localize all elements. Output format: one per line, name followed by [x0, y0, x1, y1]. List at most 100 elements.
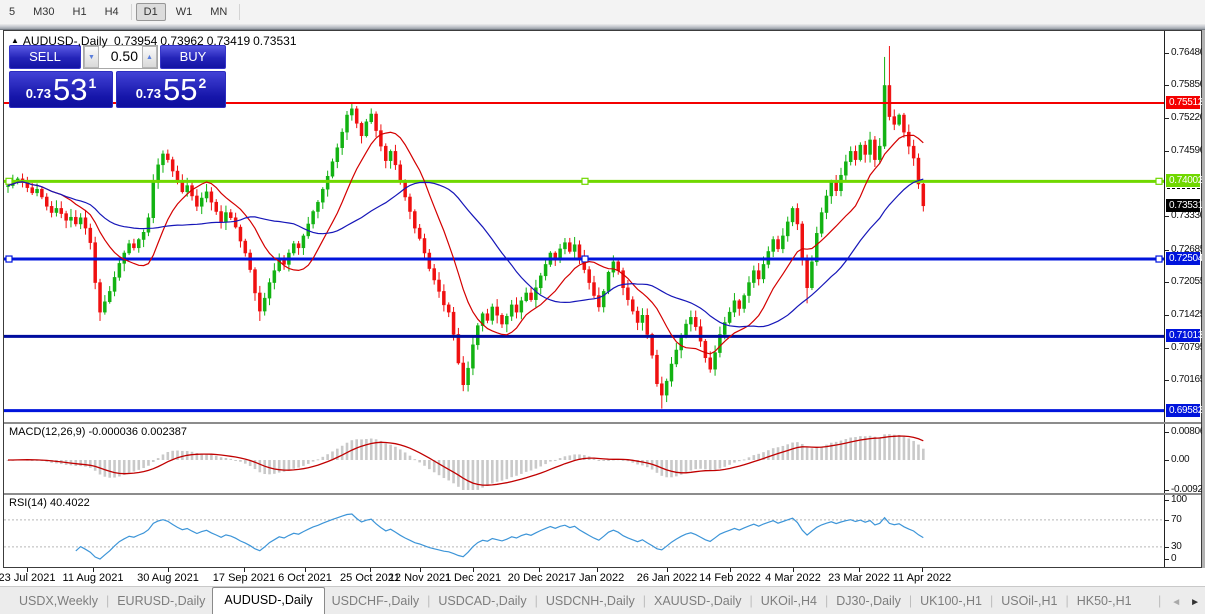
- chart-tab-audusd-daily[interactable]: AUDUSD-,Daily: [212, 587, 325, 614]
- tab-scroll-arrows: | ◄ ►: [1158, 594, 1200, 608]
- buy-price-sup: 2: [198, 75, 207, 91]
- ohlc-open: 0.73954: [113, 34, 158, 48]
- chart-tab-ukoil-h4[interactable]: UKOil-,H4: [754, 589, 824, 614]
- macd-axis: 0.0080610.00-0.00928: [1164, 424, 1205, 495]
- line-handle[interactable]: [5, 255, 13, 263]
- date-label: 14 Feb 2022: [699, 572, 761, 584]
- price-tick-0.73330: 0.73330: [1165, 210, 1205, 222]
- timeframe-button-h1[interactable]: H1: [65, 3, 95, 21]
- price-badge-0.74002: 0.74002: [1166, 174, 1203, 188]
- buy-price-big: 55: [163, 72, 198, 107]
- sell-price-big: 53: [53, 72, 88, 107]
- price-axis[interactable]: 0.76480 0.75850 0.75220 0.74590 0.73330 0.726…: [1164, 31, 1205, 422]
- volume-stepper: ▼ 0.50 ▲: [83, 45, 158, 69]
- rsi-chart[interactable]: [4, 495, 1164, 567]
- sell-price-prefix: 0.73: [25, 86, 52, 101]
- chart-tab-eurusd-daily[interactable]: EURUSD-,Daily: [110, 589, 212, 614]
- date-label: 1 Dec 2021: [444, 572, 502, 584]
- price-tick-0.75850: 0.75850: [1165, 79, 1205, 91]
- date-axis[interactable]: 23 Jul 2021 11 Aug 2021 30 Aug 2021 17 Sep …: [0, 568, 1205, 586]
- date-label: 4 Mar 2022: [765, 572, 821, 584]
- price-tick-0.70165: 0.70165: [1165, 374, 1205, 386]
- symbol-period: AUDUSD-,Daily: [22, 34, 108, 48]
- volume-decrease-button[interactable]: ▼: [84, 46, 99, 68]
- price-badge-0.72504: 0.72504: [1166, 252, 1203, 266]
- chart-tab-uk100-h1[interactable]: UK100-,H1: [913, 589, 989, 614]
- chart-tab-dj30-daily[interactable]: DJ30-,Daily: [829, 589, 908, 614]
- ma-12-line: [7, 131, 924, 355]
- price-tick-0.75220: 0.75220: [1165, 112, 1205, 124]
- line-handle[interactable]: [581, 177, 589, 185]
- buy-price-button[interactable]: 0.73 55 2: [116, 71, 226, 108]
- line-handle[interactable]: [1155, 255, 1163, 263]
- sell-price-sup: 1: [88, 75, 97, 91]
- ohlc-high: 0.73962: [160, 34, 204, 48]
- buy-button[interactable]: BUY: [160, 45, 226, 69]
- date-label: 26 Jan 2022: [636, 572, 698, 584]
- line-handle[interactable]: [1155, 177, 1163, 185]
- chart-tab-usoil-h1[interactable]: USOil-,H1: [994, 589, 1064, 614]
- rsi-axis: 100 70 30 0: [1164, 494, 1201, 567]
- price-tick-0.70795: 0.70795: [1165, 342, 1205, 354]
- chart-window: ▲ AUDUSD-,Daily 0.73954 0.73962 0.73419 0.73…: [3, 30, 1205, 568]
- rsi-label: RSI(14) 40.4022: [9, 497, 90, 509]
- ask-line-dashes: [1167, 188, 1200, 190]
- timeframe-button-h4[interactable]: H4: [97, 3, 127, 21]
- date-label: 20 Dec 2021: [507, 572, 571, 584]
- date-label: 11 Aug 2021: [62, 572, 124, 584]
- chart-tab-hk50-h1[interactable]: HK50-,H1: [1070, 589, 1139, 614]
- price-badge-0.71013: 0.71013: [1166, 329, 1203, 343]
- rsi-tick-70: 70: [1165, 514, 1201, 526]
- chart-tab-xauusd-daily[interactable]: XAUUSD-,Daily: [647, 589, 749, 614]
- date-label: 23 Jul 2021: [0, 572, 56, 584]
- date-label: 11 Apr 2022: [892, 572, 952, 584]
- timeframe-button-m30[interactable]: M30: [25, 3, 62, 21]
- chart-tab-usdcnh-daily[interactable]: USDCNH-,Daily: [539, 589, 642, 614]
- one-click-trade-panel: SELL ▼ 0.50 ▲ BUY 0.73 53 1 0.73 55 2: [9, 45, 226, 108]
- line-handle[interactable]: [581, 255, 589, 263]
- chart-title: ▲ AUDUSD-,Daily 0.73954 0.73962 0.73419 0.73…: [11, 34, 300, 48]
- buy-price-prefix: 0.73: [135, 86, 162, 101]
- date-label: 17 Sep 2021: [212, 572, 276, 584]
- volume-increase-button[interactable]: ▲: [142, 46, 157, 68]
- volume-value[interactable]: 0.50: [99, 46, 142, 68]
- price-badge-0.73531: 0.73531: [1166, 198, 1203, 212]
- chart-tab-usdcad-daily[interactable]: USDCAD-,Daily: [431, 589, 533, 614]
- timeframe-button-d1[interactable]: D1: [135, 3, 166, 21]
- macd-tick-0.00: 0.00: [1165, 454, 1201, 466]
- timeframe-button-5[interactable]: 5: [1, 3, 23, 21]
- sell-button[interactable]: SELL: [9, 45, 81, 69]
- rsi-line: [75, 513, 924, 560]
- date-label: 6 Oct 2021: [278, 572, 332, 584]
- macd-tick-0.008061: 0.008061: [1165, 426, 1205, 438]
- rsi-panel: RSI(14) 40.4022 100 70 30 0: [4, 493, 1201, 567]
- ohlc-low: 0.73419: [206, 34, 251, 48]
- price-badge-0.69582: 0.69582: [1166, 403, 1203, 417]
- tab-scroll-right-icon[interactable]: ►: [1190, 597, 1200, 608]
- macd-histogram: [6, 434, 925, 490]
- price-tick-0.76480: 0.76480: [1165, 47, 1205, 59]
- date-label: 7 Jan 2022: [569, 572, 625, 584]
- ma-30-line: [7, 178, 924, 328]
- price-tick-0.74590: 0.74590: [1165, 145, 1205, 157]
- horizontal-lines-group[interactable]: [4, 101, 1164, 413]
- sell-price-button[interactable]: 0.73 53 1: [9, 71, 113, 108]
- price-tick-0.72055: 0.72055: [1165, 276, 1205, 288]
- date-label: 30 Aug 2021: [137, 572, 199, 584]
- collapse-icon[interactable]: ▲: [11, 36, 19, 45]
- timeframe-toolbar: 5 M30 H1 H4 D1 W1 MN: [0, 0, 1205, 24]
- ohlc-close: 0.73531: [253, 34, 297, 48]
- timeframe-button-w1[interactable]: W1: [168, 3, 201, 21]
- timeframe-button-mn[interactable]: MN: [202, 3, 235, 21]
- macd-panel: MACD(12,26,9) -0.000036 0.002387 0.00806…: [4, 422, 1205, 495]
- rsi-tick-30: 30: [1165, 541, 1201, 553]
- tab-separator: |: [1157, 594, 1162, 608]
- chart-tab-usdx-weekly[interactable]: USDX,Weekly: [12, 589, 105, 614]
- toolbar-separator: [130, 4, 132, 20]
- price-panel: ▲ AUDUSD-,Daily 0.73954 0.73962 0.73419 0.73…: [4, 31, 1205, 422]
- chart-tab-bar: USDX,Weekly | EURUSD-,Daily AUDUSD-,Daily US…: [0, 586, 1205, 614]
- tab-scroll-left-icon[interactable]: ◄: [1171, 597, 1181, 608]
- macd-signal-line: [8, 435, 924, 486]
- line-handle[interactable]: [5, 177, 13, 185]
- chart-tab-usdchf-daily[interactable]: USDCHF-,Daily: [325, 589, 427, 614]
